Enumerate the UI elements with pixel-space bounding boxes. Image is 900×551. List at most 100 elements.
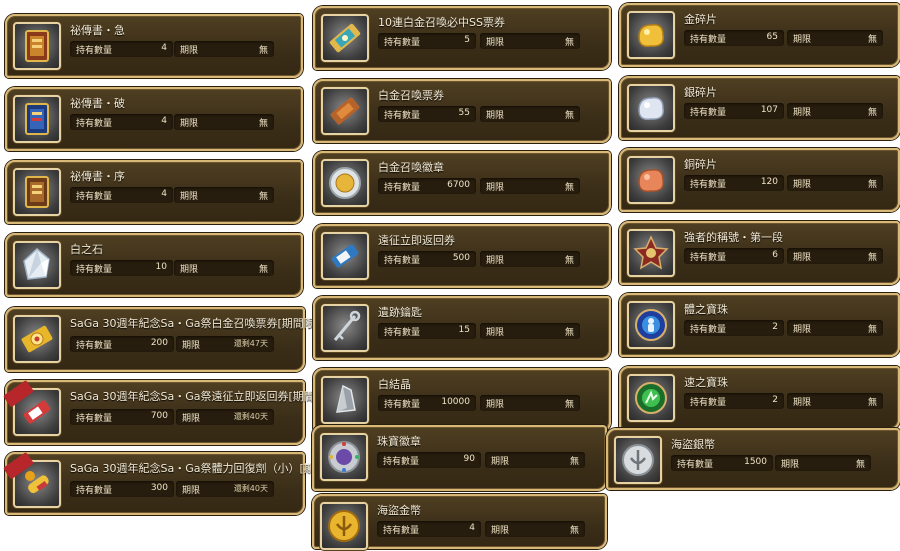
item-card[interactable]: 銅碎片 持有數量 120 期限 無 — [619, 148, 900, 212]
limit-label: 期限 — [486, 111, 505, 121]
item-name: 遠征立即返回券 — [378, 234, 455, 247]
limit-value: 無 — [569, 526, 579, 536]
quantity-value: 2 — [772, 322, 778, 332]
item-name: 金碎片 — [684, 13, 717, 26]
pirate-gold-coin-icon — [320, 502, 368, 550]
item-card[interactable]: 白金召喚徽章 持有數量 6700 期限 無 — [313, 151, 611, 215]
silver-shard-icon — [627, 84, 675, 132]
limit-label: 期限 — [486, 256, 505, 266]
title-medal-icon — [627, 229, 675, 277]
ss-ticket-icon — [321, 14, 369, 62]
item-card[interactable]: 海盜銀幣 持有數量 1500 期限 無 — [606, 428, 900, 490]
quantity-field: 持有數量 55 — [378, 106, 476, 122]
item-card[interactable]: 白之石 持有數量 10 期限 無 — [5, 233, 303, 297]
item-card[interactable]: 珠寶徽章 持有數量 90 期限 無 — [312, 425, 607, 491]
quantity-value: 4 — [161, 116, 167, 126]
item-card[interactable]: 祕傳書・急 持有數量 4 期限 無 — [5, 14, 303, 78]
quantity-field: 持有數量 200 — [70, 336, 174, 352]
quantity-field: 持有數量 10000 — [378, 395, 476, 411]
quantity-value: 6700 — [447, 180, 470, 190]
limit-label: 期限 — [793, 180, 812, 190]
quantity-label: 持有數量 — [76, 119, 113, 129]
quantity-label: 持有數量 — [384, 400, 421, 410]
quantity-value: 500 — [452, 253, 470, 263]
quantity-field: 持有數量 2 — [684, 393, 784, 409]
quantity-label: 持有數量 — [76, 265, 113, 275]
limit-field: 期限 無 — [485, 521, 585, 537]
item-name: 海盜金幣 — [377, 504, 421, 517]
limit-label: 期限 — [781, 460, 800, 470]
quantity-field: 持有數量 4 — [70, 187, 173, 203]
quantity-value: 10 — [155, 262, 167, 272]
quantity-value: 2 — [772, 395, 778, 405]
quantity-field: 持有數量 6700 — [378, 178, 476, 194]
platinum-badge-icon — [321, 159, 369, 207]
quantity-value: 5 — [464, 35, 470, 45]
limit-label: 期限 — [793, 398, 812, 408]
quantity-value: 55 — [458, 108, 470, 118]
item-card[interactable]: 海盜金幣 持有數量 4 期限 無 — [312, 494, 607, 550]
ruins-key-icon — [321, 304, 369, 352]
limit-value: 無 — [258, 192, 268, 202]
item-card[interactable]: 銀碎片 持有數量 107 期限 無 — [619, 76, 900, 140]
pirate-silver-coin-icon — [614, 436, 662, 484]
item-card[interactable]: 金碎片 持有數量 65 期限 無 — [619, 3, 900, 67]
item-card[interactable]: 強者的稱號・第一段 持有數量 6 期限 無 — [619, 221, 900, 285]
item-card[interactable]: 速之寶珠 持有數量 2 期限 無 — [619, 366, 900, 430]
limit-field: 期限 無 — [480, 251, 580, 267]
item-name: 珠寶徽章 — [377, 435, 421, 448]
item-card[interactable]: SaGa 30週年紀念Sa・Ga祭體力回復劑（小）[期間限定] 持有數量 300… — [3, 451, 352, 515]
quantity-field: 持有數量 500 — [378, 251, 476, 267]
gold-shard-icon — [627, 11, 675, 59]
item-name: 銀碎片 — [684, 86, 717, 99]
white-crystal-icon — [321, 376, 369, 424]
limit-field: 期限 無 — [174, 187, 274, 203]
limit-value: 無 — [258, 46, 268, 56]
quantity-field: 持有數量 5 — [378, 33, 476, 49]
copper-shard-icon — [627, 156, 675, 204]
item-card[interactable]: 祕傳書・破 持有數量 4 期限 無 — [5, 87, 303, 151]
item-card[interactable]: 白金召喚票券 持有數量 55 期限 無 — [313, 79, 611, 143]
item-card[interactable]: 祕傳書・序 持有數量 4 期限 無 — [5, 160, 303, 224]
item-card[interactable]: SaGa 30週年紀念Sa・Ga祭遠征立即返回券[期間限定] 持有數量 700 … — [3, 379, 341, 445]
limit-value: 無 — [867, 325, 877, 335]
limit-field: 期限 還剩40天 — [176, 481, 274, 497]
item-name: 白金召喚票券 — [378, 89, 444, 102]
limit-label: 期限 — [793, 35, 812, 45]
limit-label: 期限 — [182, 341, 201, 351]
limit-value: 還剩40天 — [233, 412, 268, 421]
quantity-field: 持有數量 90 — [377, 452, 481, 468]
limit-label: 期限 — [491, 526, 510, 536]
limit-label: 期限 — [491, 457, 510, 467]
item-card[interactable]: 遺跡鑰匙 持有數量 15 期限 無 — [313, 296, 611, 360]
quantity-label: 持有數量 — [76, 486, 113, 496]
limit-label: 期限 — [180, 119, 199, 129]
quantity-field: 持有數量 107 — [684, 103, 784, 119]
limit-value: 無 — [855, 460, 865, 470]
item-card[interactable]: 10連白金召喚必中SS票券 持有數量 5 期限 無 — [313, 6, 611, 70]
item-name: SaGa 30週年紀念Sa・Ga祭遠征立即返回券[期間限定] — [70, 390, 342, 403]
return-ticket-icon — [321, 232, 369, 280]
item-card[interactable]: 體之寶珠 持有數量 2 期限 無 — [619, 293, 900, 357]
quantity-value: 300 — [150, 483, 168, 493]
quantity-value: 15 — [458, 325, 470, 335]
limit-field: 期限 無 — [174, 114, 274, 130]
quantity-field: 持有數量 4 — [70, 114, 173, 130]
limit-field: 期限 無 — [485, 452, 585, 468]
limit-value: 無 — [867, 398, 877, 408]
quantity-label: 持有數量 — [690, 180, 727, 190]
limit-value: 無 — [564, 400, 574, 410]
quantity-value: 4 — [161, 43, 167, 53]
item-name: SaGa 30週年紀念Sa・Ga祭白金召喚票券[期間限定] — [70, 317, 331, 330]
limit-field: 期限 無 — [480, 395, 580, 411]
item-card[interactable]: 白結晶 持有數量 10000 期限 無 — [313, 368, 611, 432]
limit-value: 無 — [258, 265, 268, 275]
limit-value: 還剩47天 — [233, 339, 268, 348]
item-card[interactable]: SaGa 30週年紀念Sa・Ga祭白金召喚票券[期間限定] 持有數量 200 期… — [5, 307, 330, 372]
quantity-value: 700 — [150, 411, 168, 421]
quantity-label: 持有數量 — [690, 253, 727, 263]
limit-label: 期限 — [793, 253, 812, 263]
limit-value: 還剩40天 — [233, 484, 268, 493]
item-card[interactable]: 遠征立即返回券 持有數量 500 期限 無 — [313, 224, 611, 288]
item-name: 銅碎片 — [684, 158, 717, 171]
